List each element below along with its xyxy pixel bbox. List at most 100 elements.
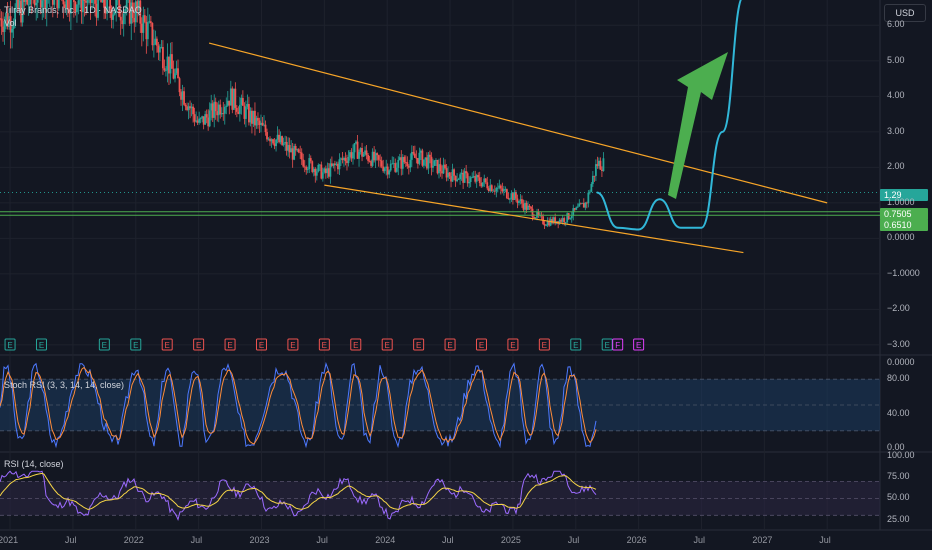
time-axis-tick: 2021	[0, 535, 19, 545]
price-axis-tick: 5.00	[887, 54, 905, 65]
price-candle	[590, 183, 593, 192]
price-candle	[563, 218, 566, 223]
price-candle	[413, 153, 416, 158]
price-candle	[377, 155, 380, 160]
price-candle	[205, 114, 208, 118]
earnings-marker-label: E	[290, 341, 295, 350]
price-candle	[306, 169, 309, 170]
price-candle	[272, 139, 274, 144]
volume-legend: Vol	[4, 18, 17, 28]
price-axis-tick: −2.00	[887, 303, 910, 314]
price-candle	[62, 0, 65, 5]
price-candle	[496, 187, 499, 189]
price-candle	[225, 105, 228, 107]
stoch-rsi-legend: Stoch RSI (3, 3, 14, 14, close)	[4, 380, 125, 390]
price-candle	[588, 191, 591, 193]
price-candle	[214, 101, 217, 112]
price-candle	[257, 117, 259, 121]
price-candle	[183, 91, 185, 105]
price-candle	[486, 182, 489, 189]
stoch-axis-tick: 40.00	[887, 407, 910, 418]
price-axis-tick: 2.00	[887, 161, 905, 172]
price-candle	[423, 159, 425, 166]
rsi-axis-tick: 100.00	[887, 450, 915, 460]
price-candle	[564, 222, 567, 223]
time-axis-tick: Jul	[442, 535, 454, 545]
price-candle	[91, 0, 93, 3]
price-candle	[383, 168, 386, 172]
price-candle	[515, 192, 517, 199]
earnings-marker-label: E	[447, 341, 452, 350]
earnings-marker-label: E	[479, 341, 484, 350]
price-candle	[347, 156, 350, 164]
rsi-axis-tick: 75.00	[887, 471, 910, 482]
price-candle	[477, 175, 480, 178]
stoch-top-tick: 0.0000	[887, 357, 915, 367]
price-candle	[397, 159, 400, 168]
earnings-marker-label: E	[165, 341, 170, 350]
rsi-axis-tick: 25.00	[887, 513, 910, 524]
price-candle	[184, 104, 187, 107]
price-candle	[29, 0, 32, 5]
time-axis-tick: 2023	[249, 535, 270, 545]
price-candle	[380, 160, 383, 167]
stoch-axis-tick: 80.00	[887, 373, 910, 384]
price-candle	[266, 132, 268, 140]
price-candle	[317, 164, 320, 172]
price-candle	[376, 153, 379, 156]
time-axis-tick: Jul	[819, 535, 831, 545]
earnings-marker-label: E	[385, 341, 390, 350]
time-axis-tick: 2022	[123, 535, 144, 545]
price-candle	[388, 170, 391, 175]
earnings-marker-label: E	[542, 341, 547, 350]
price-candle	[448, 172, 451, 177]
price-candle	[591, 175, 594, 184]
price-candle	[599, 160, 602, 170]
time-axis-tick: 2024	[375, 535, 396, 545]
earnings-marker-label: E	[133, 341, 138, 350]
price-candle	[219, 104, 222, 115]
price-candle	[389, 163, 392, 171]
price-candle	[244, 106, 247, 119]
earnings-marker-label: E	[573, 341, 578, 350]
price-candle	[427, 154, 430, 169]
price-candle	[575, 207, 578, 210]
price-candle	[146, 22, 149, 40]
earnings-marker-label: E	[416, 341, 421, 350]
earnings-marker-label: E	[102, 341, 107, 350]
price-candle	[465, 171, 468, 174]
price-candle	[505, 189, 508, 199]
price-candle	[275, 139, 277, 147]
price-candle	[112, 14, 115, 20]
price-candle	[459, 174, 462, 180]
earnings-marker-label: E	[227, 341, 232, 350]
price-candle	[151, 23, 154, 46]
price-candle	[432, 165, 434, 168]
symbol-title: Tilray Brands, Inc. · 1D · NASDAQ	[4, 5, 142, 15]
price-candle	[344, 157, 347, 162]
chart-canvas[interactable]: EEEEEEEEEEEEEEEEEEEFE	[0, 0, 932, 550]
rsi-legend: RSI (14, close)	[4, 459, 64, 469]
earnings-marker-label: E	[636, 341, 641, 350]
price-candle	[567, 213, 570, 220]
price-candle	[198, 118, 201, 123]
price-candle	[159, 47, 161, 53]
price-candle	[36, 0, 39, 3]
price-candle	[321, 172, 324, 179]
price-candle	[152, 44, 155, 46]
price-candle	[119, 16, 122, 21]
price-candle	[300, 152, 303, 160]
price-candle	[315, 171, 318, 176]
price-axis-tick: −1.0000	[887, 267, 920, 278]
price-candle	[490, 185, 493, 192]
earnings-marker-label: E	[510, 341, 515, 350]
price-candle	[192, 106, 194, 115]
earnings-marker-label: E	[605, 341, 610, 350]
price-candle	[409, 159, 412, 168]
price-candle	[429, 154, 431, 157]
price-candle	[545, 225, 548, 227]
earnings-marker-label: E	[259, 341, 264, 350]
price-axis-tick: 6.00	[887, 19, 905, 30]
price-candle	[484, 178, 487, 183]
price-axis-tick: 1.0000	[887, 196, 915, 207]
